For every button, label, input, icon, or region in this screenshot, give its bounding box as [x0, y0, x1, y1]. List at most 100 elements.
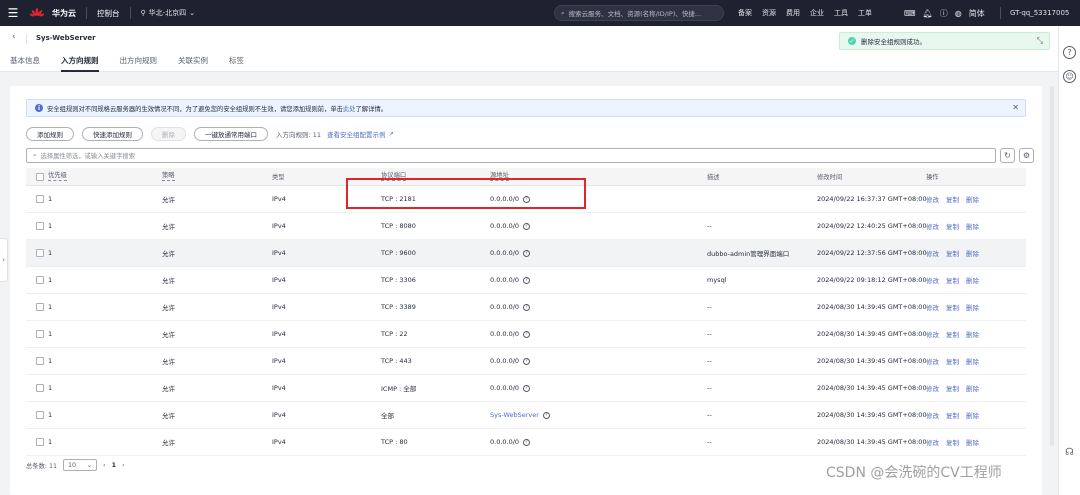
- region-selector[interactable]: ⚲ 华北-北京四 ⌄: [141, 8, 196, 18]
- delete-link[interactable]: 删除: [966, 194, 979, 204]
- nav-tickets[interactable]: 工单: [858, 8, 872, 18]
- nav-billing[interactable]: 费用: [786, 8, 800, 18]
- copy-link[interactable]: 复制: [946, 275, 959, 285]
- quick-add-rule-button[interactable]: 快速添加规则: [82, 127, 143, 141]
- notice-link[interactable]: 此处: [343, 104, 356, 113]
- copy-link[interactable]: 复制: [946, 383, 959, 393]
- copy-link[interactable]: 复制: [946, 329, 959, 339]
- copy-link[interactable]: 复制: [946, 248, 959, 258]
- globe-icon[interactable]: ◍: [955, 9, 962, 18]
- next-page-icon[interactable]: ›: [122, 462, 125, 469]
- tab-inbound-rules[interactable]: 入方向规则: [61, 55, 99, 72]
- config-example-link[interactable]: 查看安全组配置示例: [327, 129, 386, 139]
- language-label[interactable]: 简体: [969, 8, 985, 19]
- modify-link[interactable]: 修改: [926, 356, 939, 366]
- row-checkbox[interactable]: [36, 438, 44, 446]
- copy-link[interactable]: 复制: [946, 356, 959, 366]
- expand-sidebar-handle[interactable]: ›: [0, 238, 8, 282]
- nav-tools[interactable]: 工具: [834, 8, 848, 18]
- row-checkbox[interactable]: [36, 249, 44, 257]
- copy-link[interactable]: 复制: [946, 437, 959, 447]
- cell-policy: 允许: [162, 250, 175, 258]
- cell-modified-time: 2024/09/22 16:37:37 GMT+08:00: [817, 195, 927, 203]
- modify-link[interactable]: 修改: [926, 329, 939, 339]
- nav-resources[interactable]: 资源: [762, 8, 776, 18]
- help-circle-icon[interactable]: ?: [523, 276, 531, 284]
- help-circle-icon[interactable]: ?: [523, 303, 531, 311]
- modify-link[interactable]: 修改: [926, 221, 939, 231]
- prev-page-icon[interactable]: ‹: [103, 462, 106, 469]
- delete-link[interactable]: 删除: [966, 410, 979, 420]
- collapse-icon[interactable]: ⤡: [1037, 36, 1043, 46]
- huawei-cloud-logo[interactable]: 华为云: [30, 8, 76, 19]
- menu-icon[interactable]: ☰: [0, 0, 26, 26]
- modify-link[interactable]: 修改: [926, 248, 939, 258]
- filter-search-input[interactable]: ⌕ 选择属性筛选，或输入关键字搜索: [26, 148, 996, 163]
- external-link-icon: ↗: [388, 130, 394, 138]
- row-checkbox[interactable]: [36, 384, 44, 392]
- page-size-select[interactable]: 10 ⌄: [63, 459, 98, 471]
- global-search-input[interactable]: ⌕ 搜索云服务、文档、资源(名称/ID/IP)、快捷...: [554, 5, 724, 21]
- delete-link[interactable]: 删除: [966, 248, 979, 258]
- delete-link[interactable]: 删除: [966, 383, 979, 393]
- modify-link[interactable]: 修改: [926, 302, 939, 312]
- row-checkbox[interactable]: [36, 195, 44, 203]
- tab-basic-info[interactable]: 基本信息: [10, 55, 40, 72]
- row-checkbox[interactable]: [36, 303, 44, 311]
- help-circle-icon[interactable]: ?: [542, 411, 550, 419]
- current-page[interactable]: 1: [112, 462, 116, 469]
- nav-beian[interactable]: 备案: [738, 8, 752, 18]
- modify-link[interactable]: 修改: [926, 437, 939, 447]
- table-row: 1 允许 IPv4 全部 Sys-WebServer? -- 2024/08/30 14:3…: [26, 402, 1026, 429]
- delete-link[interactable]: 删除: [966, 221, 979, 231]
- copy-link[interactable]: 复制: [946, 302, 959, 312]
- help-circle-icon[interactable]: ?: [523, 249, 531, 257]
- copy-link[interactable]: 复制: [946, 221, 959, 231]
- modify-link[interactable]: 修改: [926, 194, 939, 204]
- row-checkbox[interactable]: [36, 330, 44, 338]
- headset-icon[interactable]: ☊: [1063, 446, 1076, 459]
- help-circle-icon[interactable]: ?: [523, 384, 531, 392]
- source-value[interactable]: Sys-WebServer: [490, 411, 539, 419]
- close-icon[interactable]: ✕: [1012, 103, 1019, 112]
- cell-description: --: [707, 330, 712, 338]
- help-icon[interactable]: ⓘ: [940, 8, 948, 19]
- nav-enterprise[interactable]: 企业: [810, 8, 824, 18]
- cell-policy: 允许: [162, 358, 175, 366]
- row-checkbox[interactable]: [36, 411, 44, 419]
- delete-link[interactable]: 删除: [966, 275, 979, 285]
- tab-outbound-rules[interactable]: 出方向规则: [120, 55, 158, 72]
- back-chevron-icon[interactable]: ‹: [12, 32, 16, 42]
- row-checkbox[interactable]: [36, 357, 44, 365]
- add-rule-button[interactable]: 添加规则: [26, 127, 74, 141]
- help-circle-icon[interactable]: ?: [523, 222, 531, 230]
- help-circle-icon[interactable]: ?: [523, 357, 531, 365]
- modify-link[interactable]: 修改: [926, 410, 939, 420]
- tab-tags[interactable]: 标签: [229, 55, 244, 72]
- delete-link[interactable]: 删除: [966, 437, 979, 447]
- modify-link[interactable]: 修改: [926, 275, 939, 285]
- help-circle-icon[interactable]: ?: [523, 438, 531, 446]
- settings-button[interactable]: ⚙: [1019, 148, 1034, 163]
- select-all-checkbox[interactable]: [36, 172, 44, 181]
- help-circle-icon[interactable]: ?: [523, 330, 531, 338]
- scrollbar[interactable]: [1050, 86, 1054, 446]
- open-common-ports-button[interactable]: 一键放通常用端口: [194, 127, 268, 141]
- delete-button[interactable]: 删除: [151, 127, 186, 141]
- copy-link[interactable]: 复制: [946, 194, 959, 204]
- tab-associated-instances[interactable]: 关联实例: [178, 55, 208, 72]
- bell-icon[interactable]: 🔔︎: [923, 9, 933, 18]
- account-name[interactable]: GT-qq_53317005: [1010, 0, 1069, 26]
- modify-link[interactable]: 修改: [926, 383, 939, 393]
- console-link[interactable]: 控制台: [97, 8, 120, 19]
- terminal-icon[interactable]: ⌨: [904, 9, 916, 18]
- row-checkbox[interactable]: [36, 276, 44, 284]
- help-circle-icon[interactable]: ?: [1063, 46, 1076, 59]
- delete-link[interactable]: 删除: [966, 356, 979, 366]
- refresh-button[interactable]: ↻: [1000, 148, 1015, 163]
- row-checkbox[interactable]: [36, 222, 44, 230]
- copy-link[interactable]: 复制: [946, 410, 959, 420]
- delete-link[interactable]: 删除: [966, 302, 979, 312]
- delete-link[interactable]: 删除: [966, 329, 979, 339]
- smiley-feedback-icon[interactable]: ☺: [1063, 70, 1076, 83]
